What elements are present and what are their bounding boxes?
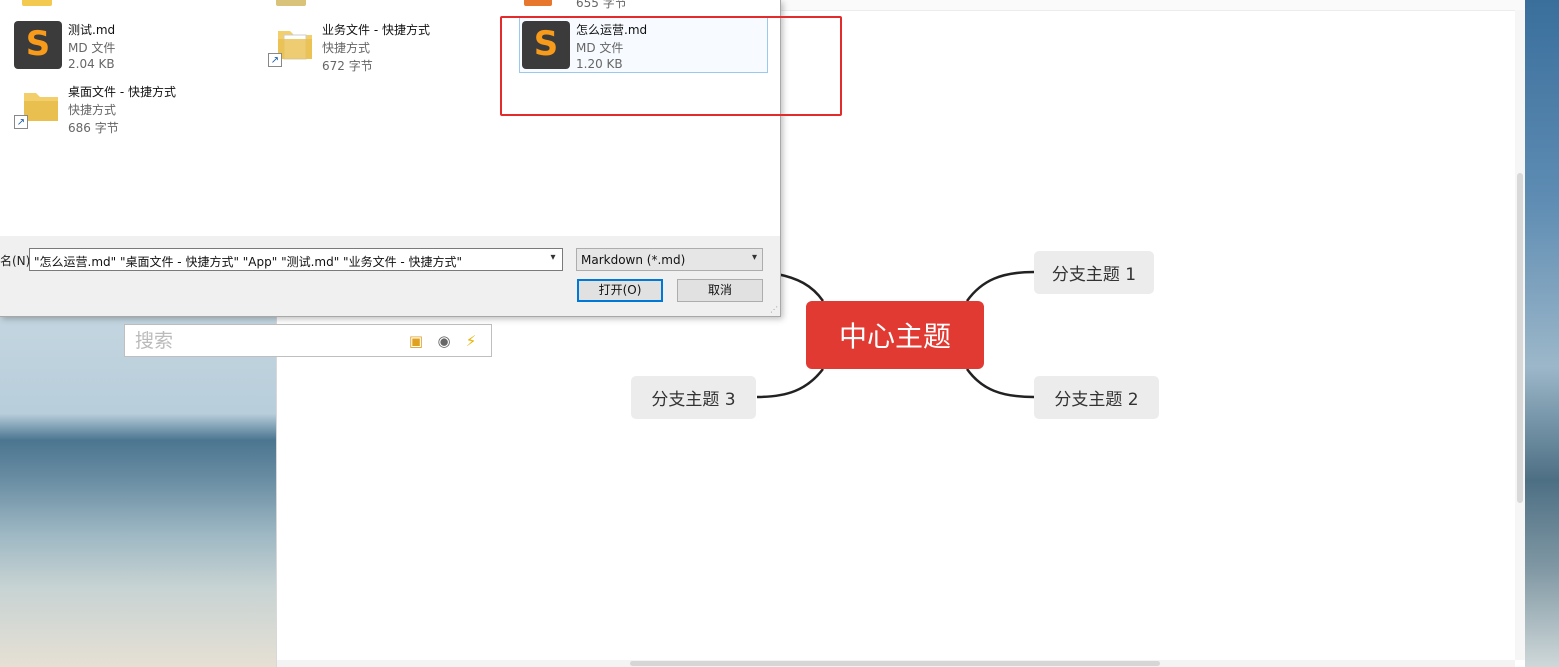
partial-file-top-right	[524, 0, 552, 6]
branch-topic-1[interactable]: 分支主题 1	[1034, 251, 1154, 294]
partial-file-top-left	[22, 0, 52, 6]
vertical-scroll-thumb[interactable]	[1517, 173, 1523, 503]
filename-input[interactable]: "怎么运营.md" "桌面文件 - 快捷方式" "App" "测试.md" "业…	[29, 248, 563, 271]
central-topic-node[interactable]: 中心主题	[806, 301, 984, 369]
search-input[interactable]	[135, 329, 395, 353]
folder-shortcut-icon: ↗	[14, 83, 62, 131]
file-type: MD 文件	[68, 41, 116, 55]
file-name: 桌面文件 - 快捷方式	[68, 85, 176, 99]
branch-topic-2[interactable]: 分支主题 2	[1034, 376, 1159, 419]
file-type-value: Markdown (*.md)	[581, 253, 686, 267]
chevron-down-icon: ▾	[751, 252, 757, 263]
vertical-scrollbar[interactable]	[1515, 10, 1525, 660]
file-type: 快捷方式	[68, 103, 117, 117]
connector-branch-3	[756, 368, 824, 399]
filename-value: "怎么运营.md" "桌面文件 - 快捷方式" "App" "测试.md" "业…	[34, 255, 463, 269]
resize-grip-icon[interactable]: ⋰	[770, 305, 778, 314]
file-size: 686 字节	[68, 121, 119, 135]
file-name: 测试.md	[68, 23, 116, 37]
connector-branch-4	[776, 272, 825, 302]
desktop-background-right	[1524, 0, 1559, 667]
horizontal-scroll-thumb[interactable]	[630, 661, 1160, 666]
partial-file-top-middle	[276, 0, 306, 6]
folder-shortcut-icon: ↗	[268, 21, 316, 69]
horizontal-scrollbar[interactable]	[277, 660, 1515, 667]
folder-star-icon[interactable]: ▣	[407, 332, 425, 350]
file-type: 快捷方式	[322, 41, 371, 55]
highlight-annotation-box	[500, 16, 842, 116]
clock-icon[interactable]: ◉	[435, 332, 453, 350]
connector-branch-2	[965, 368, 1035, 399]
partial-file-size: 655 字节	[576, 0, 627, 10]
file-item-zhuomian-shortcut[interactable]: ↗ 桌面文件 - 快捷方式 快捷方式 686 字节	[14, 83, 244, 143]
sublime-text-icon: S	[14, 21, 62, 69]
file-size: 2.04 KB	[68, 57, 115, 71]
file-type-select[interactable]: Markdown (*.md) ▾	[576, 248, 763, 271]
lightning-icon[interactable]: ⚡	[462, 332, 480, 350]
file-item-yewu-shortcut[interactable]: ↗ 业务文件 - 快捷方式 快捷方式 672 字节	[268, 21, 498, 81]
search-box: ▣ ◉ ⚡	[124, 324, 492, 357]
open-button[interactable]: 打开(O)	[577, 279, 663, 302]
branch-topic-3[interactable]: 分支主题 3	[631, 376, 756, 419]
chevron-down-icon[interactable]: ▾	[547, 252, 559, 263]
file-item-ceshi[interactable]: S 测试.md MD 文件 2.04 KB	[14, 21, 234, 81]
file-size: 672 字节	[322, 59, 373, 73]
cancel-button[interactable]: 取消	[677, 279, 763, 302]
connector-branch-1	[965, 270, 1035, 302]
file-name: 业务文件 - 快捷方式	[322, 23, 430, 37]
